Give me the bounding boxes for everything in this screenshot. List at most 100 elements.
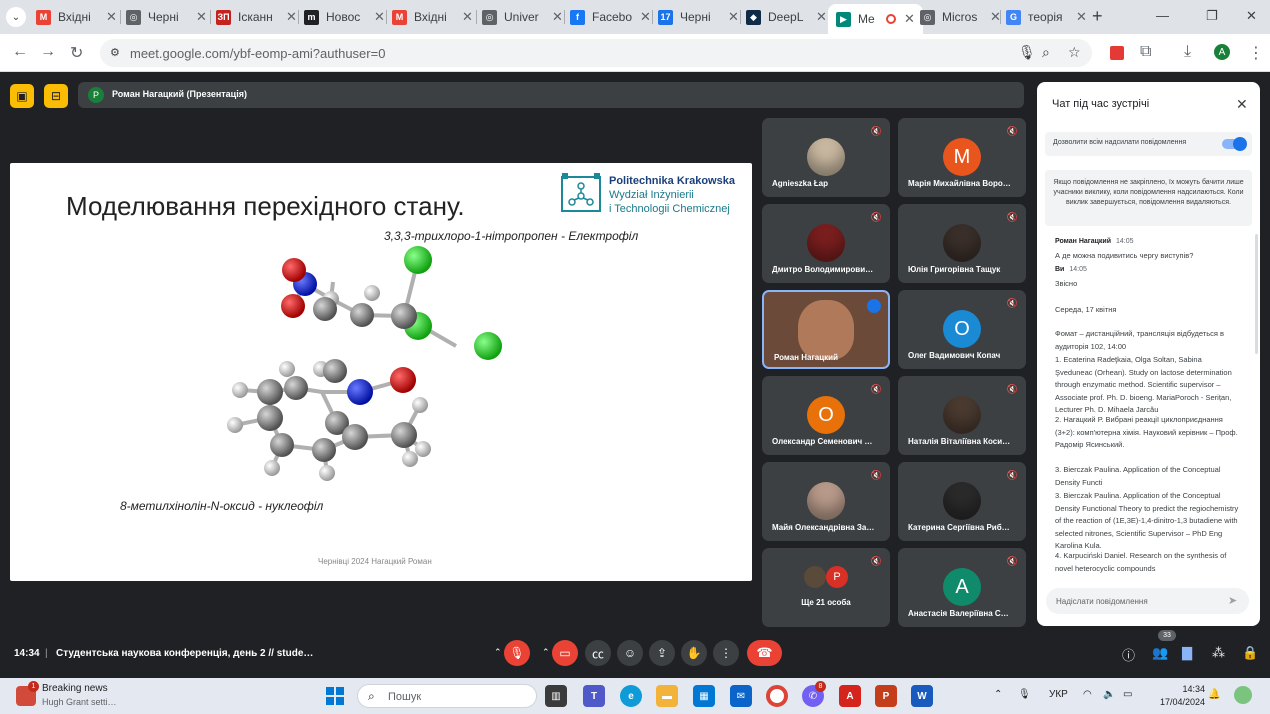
close-tab-icon[interactable]: ✕ xyxy=(816,9,827,25)
stop-presenting-icon[interactable]: ▣ xyxy=(10,84,34,108)
windows-start-icon[interactable] xyxy=(326,687,344,705)
close-tab-icon[interactable]: ✕ xyxy=(1076,9,1087,25)
participant-tile[interactable]: О 🔇 Олег Вадимович Копач xyxy=(898,290,1026,369)
camera-off-button[interactable]: ▭ xyxy=(552,640,578,666)
taskbar-search[interactable]: ⌕ Пошук xyxy=(357,684,537,708)
close-tab-icon[interactable]: ✕ xyxy=(286,9,297,25)
edge-icon[interactable]: e xyxy=(620,685,642,707)
browser-tab[interactable]: ◎ Micros ✕ xyxy=(920,5,1001,29)
video-options-chevron-icon[interactable]: ⌃ xyxy=(542,647,550,658)
profile-avatar[interactable]: A xyxy=(1214,44,1230,60)
teams-icon[interactable]: T xyxy=(583,685,605,707)
leave-call-button[interactable]: ☎ xyxy=(747,640,782,666)
microphone-off-button[interactable]: 🎙 xyxy=(504,640,530,666)
tray-microphone-icon[interactable]: 🎙 xyxy=(1018,689,1031,700)
browser-tab[interactable]: M Вхідні ✕ xyxy=(36,5,117,29)
reactions-button[interactable]: ☺ xyxy=(617,640,643,666)
close-window-icon[interactable]: ✕ xyxy=(1246,8,1257,24)
system-clock[interactable]: 14:34 17/04/2024 xyxy=(1160,683,1205,709)
more-options-button[interactable]: ⋮ xyxy=(713,640,739,666)
participant-tile[interactable]: А 🔇 Анастасія Валеріївна С… xyxy=(898,548,1026,627)
participant-tile[interactable]: 🔇 Agnieszka Łap xyxy=(762,118,890,197)
close-tab-icon[interactable]: ✕ xyxy=(106,9,117,25)
participant-tile[interactable]: 🔇 Дмитро Володимирови… xyxy=(762,204,890,283)
participant-tile[interactable]: М 🔇 Марія Михайлівна Воро… xyxy=(898,118,1026,197)
browser-tab[interactable]: ЗП Ісканн ✕ xyxy=(216,5,297,29)
reload-icon[interactable]: ↻ xyxy=(70,43,83,63)
browser-tab[interactable]: ◎ Univer ✕ xyxy=(482,5,563,29)
participant-avatar: О xyxy=(807,396,845,434)
present-screen-button[interactable]: ⇪ xyxy=(649,640,675,666)
participant-tile[interactable]: 🔇 Катерина Сергіївна Риб… xyxy=(898,462,1026,541)
activities-icon[interactable]: ⁂ xyxy=(1212,645,1225,661)
mail-icon[interactable]: ✉ xyxy=(730,685,752,707)
participant-tile[interactable]: О 🔇 Олександр Семенович … xyxy=(762,376,890,455)
close-tab-icon[interactable]: ✕ xyxy=(374,9,385,25)
browser-tab[interactable]: ◎ Черні ✕ xyxy=(126,5,207,29)
browser-tab[interactable]: M Вхідні ✕ xyxy=(392,5,473,29)
extension-icon[interactable] xyxy=(1110,46,1124,60)
browser-tab[interactable]: m Новос ✕ xyxy=(304,5,385,29)
news-title[interactable]: Breaking news xyxy=(42,683,108,694)
word-icon[interactable]: W xyxy=(911,685,933,707)
meeting-info-icon[interactable]: ⓘ xyxy=(1122,645,1135,664)
microphone-icon[interactable]: 🎙 xyxy=(1018,44,1036,61)
participant-tile[interactable]: 🔇 Юлія Григорівна Тащук xyxy=(898,204,1026,283)
presentation-layout-icon[interactable]: ⊟ xyxy=(44,84,68,108)
close-tab-icon[interactable]: ✕ xyxy=(552,9,563,25)
chat-input[interactable]: Надіслати повідомлення ➤ xyxy=(1046,588,1249,614)
chat-icon[interactable]: ▇ xyxy=(1182,645,1192,661)
microsoft-store-icon[interactable]: ▦ xyxy=(693,685,715,707)
browser-tab[interactable]: 17 Черні ✕ xyxy=(658,5,739,29)
close-tab-icon[interactable]: ✕ xyxy=(904,11,915,27)
close-icon[interactable]: ✕ xyxy=(1236,96,1248,113)
bookmark-star-icon[interactable]: ☆ xyxy=(1068,44,1081,61)
site-info-icon[interactable]: ⚙ xyxy=(110,46,120,59)
minimize-icon[interactable]: — xyxy=(1156,8,1169,23)
close-tab-icon[interactable]: ✕ xyxy=(196,9,207,25)
wifi-icon[interactable]: ◠ xyxy=(1083,689,1092,700)
powerpoint-icon[interactable]: P xyxy=(875,685,897,707)
browser-tab[interactable]: Gтеорія ✕ xyxy=(1006,5,1087,29)
acrobat-icon[interactable]: A xyxy=(839,685,861,707)
chat-scrollbar[interactable] xyxy=(1255,234,1258,354)
browser-menu-icon[interactable]: ⋮ xyxy=(1248,43,1264,63)
participant-tile[interactable]: 🔇 Наталія Віталіївна Коси… xyxy=(898,376,1026,455)
volume-icon[interactable]: 🔈 xyxy=(1103,689,1115,700)
back-icon[interactable]: ← xyxy=(12,43,28,61)
download-icon[interactable]: ⤓ xyxy=(1184,43,1191,61)
people-icon[interactable]: 👥 xyxy=(1152,645,1168,661)
chrome-icon[interactable] xyxy=(766,685,788,707)
task-view-icon[interactable]: ▥ xyxy=(545,685,567,707)
tray-overflow-icon[interactable]: ⌃ xyxy=(994,689,1002,700)
browser-tab[interactable]: ◆ DeepL ✕ xyxy=(746,5,827,29)
news-subtitle[interactable]: Hugh Grant setti… xyxy=(42,697,117,707)
forward-icon[interactable]: → xyxy=(40,43,56,61)
file-explorer-icon[interactable]: ▬ xyxy=(656,685,678,707)
captions-button[interactable]: ㏄ xyxy=(585,640,611,666)
participant-tile[interactable]: 🔇 Майя Олександрівна За… xyxy=(762,462,890,541)
send-icon[interactable]: ➤ xyxy=(1228,594,1237,607)
host-controls-icon[interactable]: 🔒 xyxy=(1242,645,1258,661)
close-tab-icon[interactable]: ✕ xyxy=(728,9,739,25)
raise-hand-button[interactable]: ✋ xyxy=(681,640,707,666)
browser-tab[interactable]: f Facebo ✕ xyxy=(570,5,651,29)
url-text[interactable]: meet.google.com/ybf-eomp-ami?authuser=0 xyxy=(130,46,385,61)
new-tab-icon[interactable]: + xyxy=(1092,6,1103,27)
close-tab-icon[interactable]: ✕ xyxy=(640,9,651,25)
close-tab-icon[interactable]: ✕ xyxy=(462,9,473,25)
restore-icon[interactable]: ❐ xyxy=(1206,8,1218,24)
notifications-icon[interactable]: 🔔 xyxy=(1208,689,1220,700)
audio-options-chevron-icon[interactable]: ⌃ xyxy=(494,647,502,658)
zoom-icon[interactable]: ⌕ xyxy=(1042,44,1050,61)
address-bar[interactable]: ⚙ meet.google.com/ybf-eomp-ami?authuser=… xyxy=(100,39,1092,67)
participant-tile[interactable]: Роман Нагацкий xyxy=(762,290,890,369)
extensions-puzzle-icon[interactable]: ⧉ xyxy=(1140,43,1151,61)
language-indicator[interactable]: УКР xyxy=(1049,689,1068,700)
copilot-icon[interactable] xyxy=(1234,686,1252,704)
tab-search-icon[interactable]: ⌄ xyxy=(6,7,26,27)
browser-tab[interactable]: ▶ Me ✕ xyxy=(828,4,923,34)
battery-icon[interactable]: ▭ xyxy=(1123,689,1132,700)
allow-messages-toggle[interactable] xyxy=(1222,137,1247,151)
participant-tile[interactable]: Р 🔇 Ще 21 особа xyxy=(762,548,890,627)
